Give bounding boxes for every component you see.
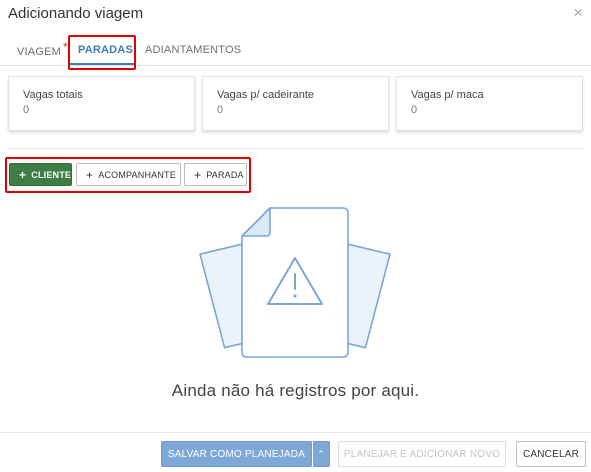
card-value: 0 [23, 104, 30, 116]
divider [8, 148, 583, 149]
empty-state-message: Ainda não há registros por aqui. [171, 381, 420, 400]
required-mark: * [63, 40, 68, 54]
tab-adiantamentos[interactable]: ADIANTAMENTOS [145, 44, 241, 56]
tab-viagem[interactable]: VIAGEM * [17, 40, 68, 58]
card-vagas-cadeirante: Vagas p/ cadeirante 0 [202, 76, 389, 131]
tab-bar: VIAGEM * PARADAS ADIANTAMENTOS [0, 38, 591, 66]
close-icon[interactable]: × [573, 4, 583, 22]
plan-add-new-button[interactable]: PLANEJAR E ADICIONAR NOVO [338, 441, 506, 467]
card-label: Vagas totais [23, 89, 83, 101]
plus-icon: + [19, 167, 27, 182]
chevron-up-icon[interactable]: ⌃ [312, 441, 330, 467]
plus-icon: + [86, 167, 94, 182]
add-acompanhante-button[interactable]: + ACOMPANHANTE [76, 163, 181, 186]
add-cliente-button[interactable]: + CLIENTE [9, 163, 72, 186]
card-label: Vagas p/ maca [411, 89, 484, 101]
cancel-button[interactable]: CANCELAR [516, 441, 586, 467]
dialog-header: Adicionando viagem × [0, 0, 591, 30]
card-vagas-totais: Vagas totais 0 [8, 76, 195, 131]
add-cliente-label: CLIENTE [31, 169, 72, 180]
add-parada-button[interactable]: + PARADA [184, 163, 247, 186]
document-warning-icon [199, 207, 391, 358]
card-value: 0 [411, 104, 418, 116]
card-vagas-maca: Vagas p/ maca 0 [396, 76, 583, 131]
card-label: Vagas p/ cadeirante [217, 89, 315, 101]
save-planned-button[interactable]: SALVAR COMO PLANEJADA [161, 441, 312, 467]
dialog-title: Adicionando viagem [8, 5, 144, 22]
footer-divider [0, 432, 591, 433]
add-parada-label: PARADA [206, 169, 244, 180]
tab-viagem-label: VIAGEM [17, 46, 61, 58]
plus-icon: + [194, 167, 202, 182]
add-acompanhante-label: ACOMPANHANTE [98, 169, 176, 180]
active-tab-indicator [70, 63, 134, 65]
tab-paradas[interactable]: PARADAS [78, 44, 133, 56]
card-value: 0 [217, 104, 224, 116]
